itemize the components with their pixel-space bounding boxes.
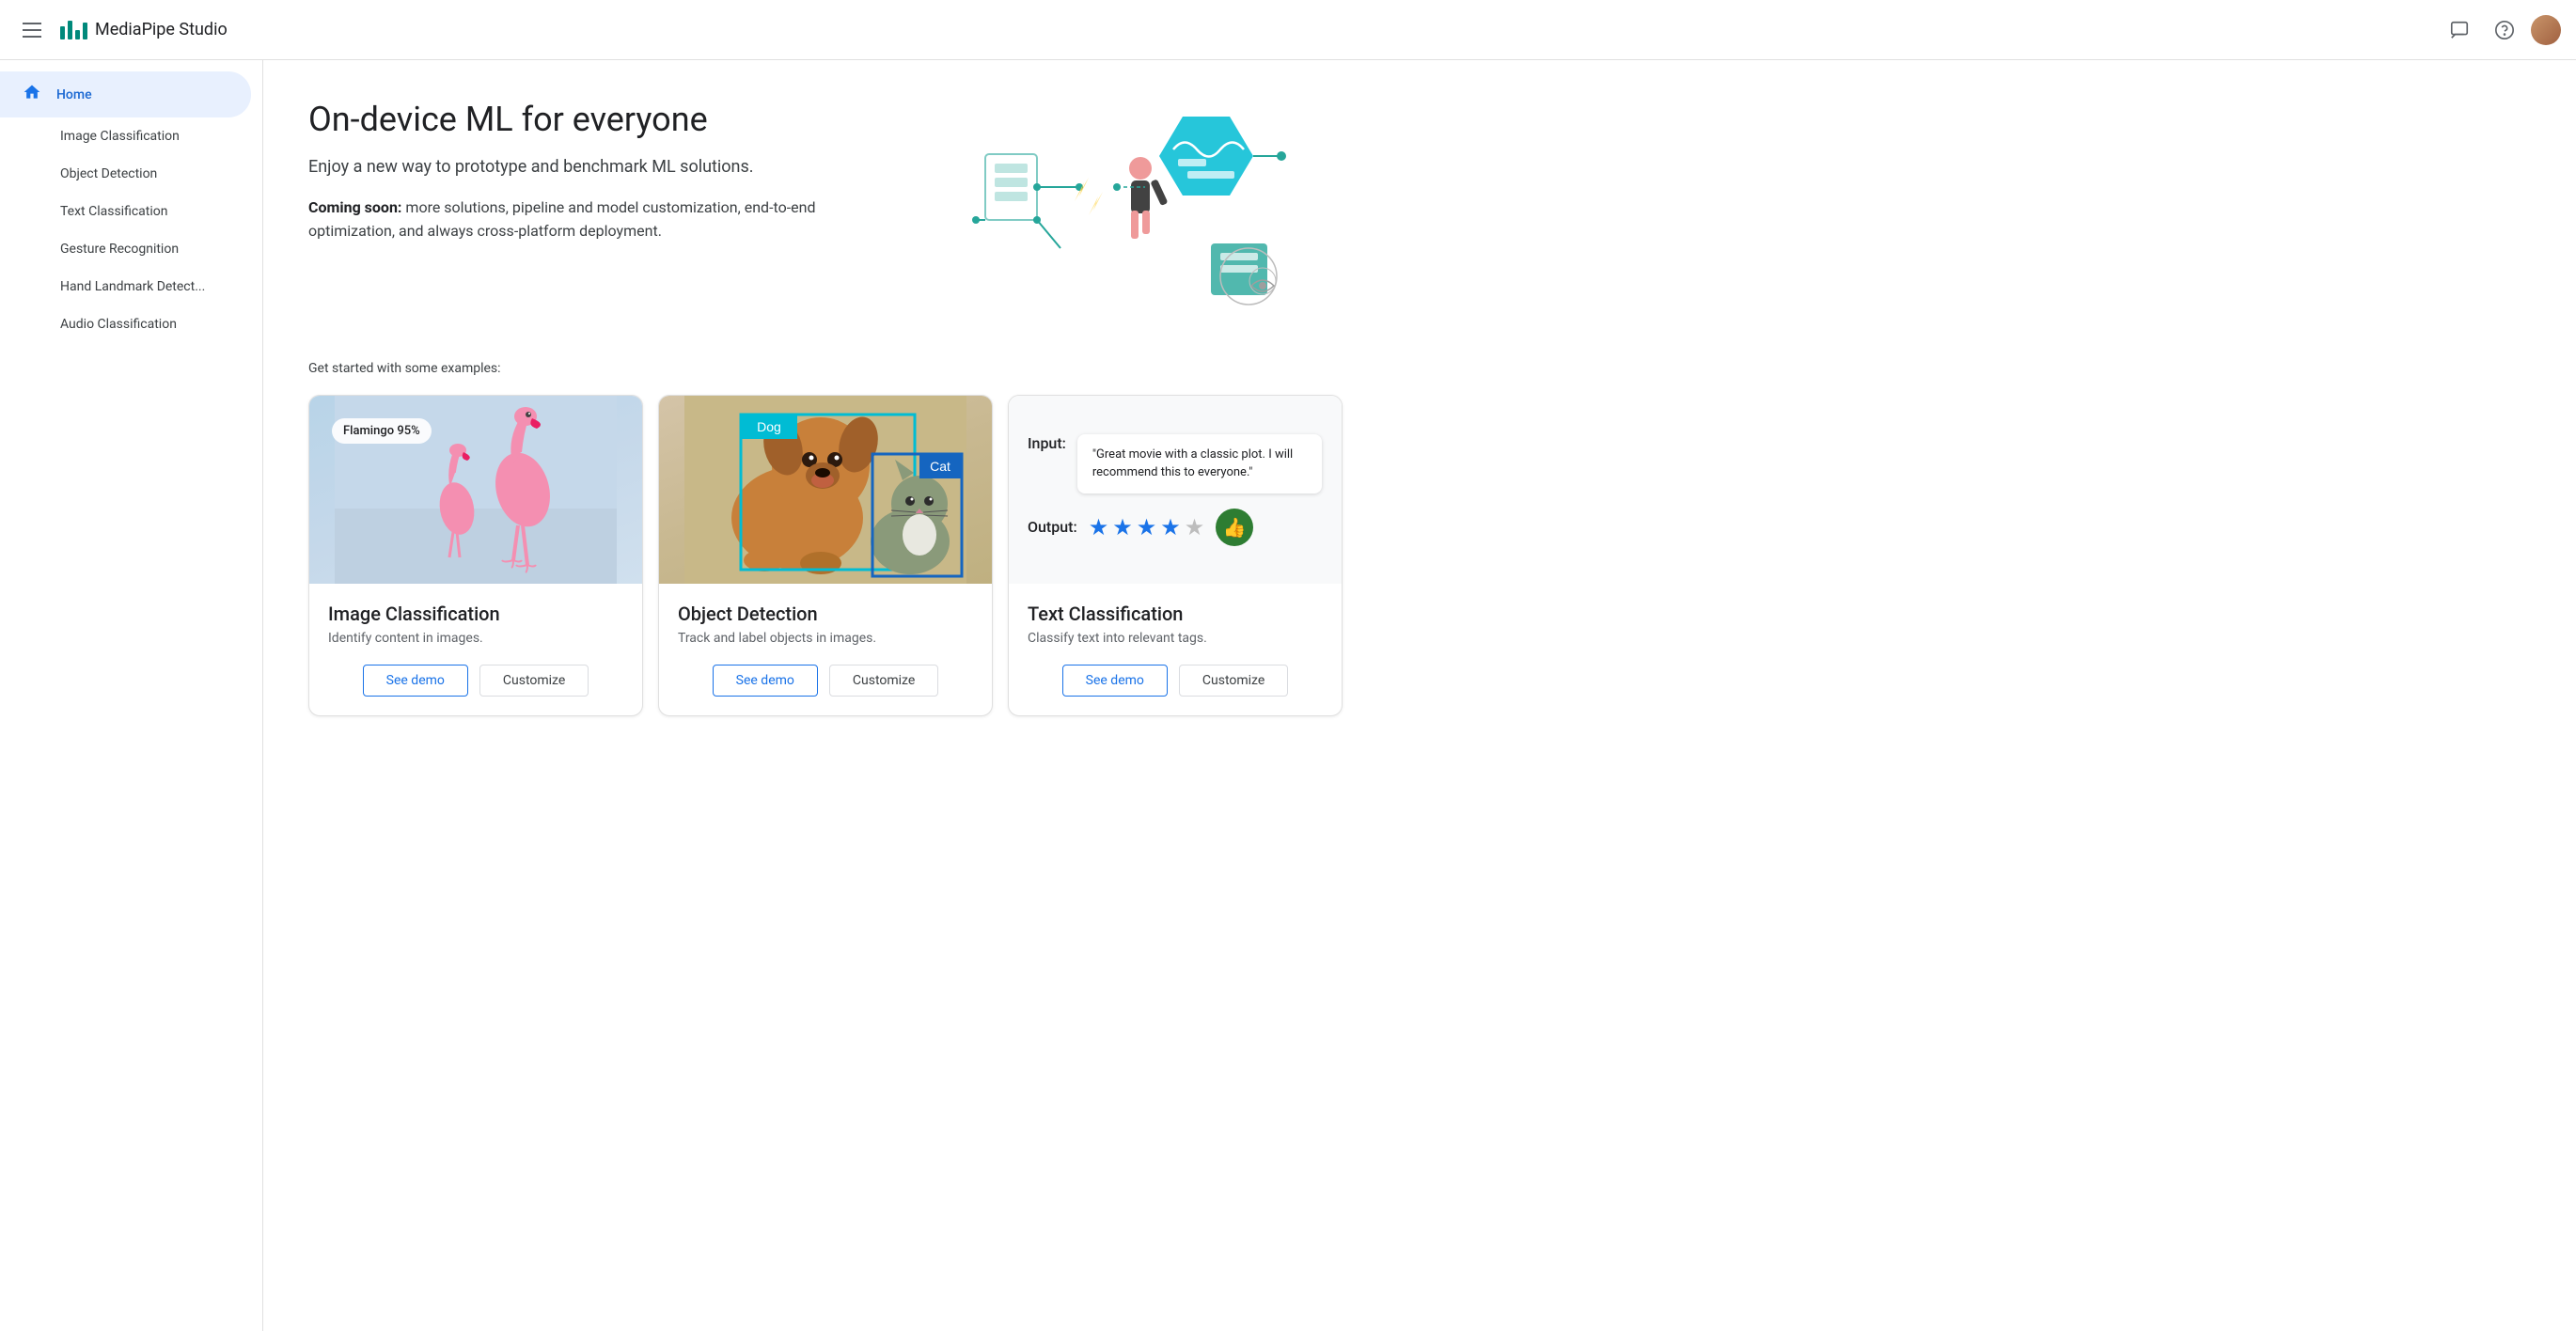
star-1: ★ — [1089, 514, 1109, 540]
hero-subtitle: Enjoy a new way to prototype and benchma… — [308, 157, 891, 177]
card-image-classification: Flamingo 95% — [308, 395, 643, 716]
text-classification-customize-button[interactable]: Customize — [1179, 665, 1288, 697]
sidebar-item-object-detection[interactable]: Object Detection — [0, 155, 262, 193]
object-detection-demo-button[interactable]: See demo — [713, 665, 818, 697]
image-classification-demo-button[interactable]: See demo — [363, 665, 468, 697]
image-classification-customize-button[interactable]: Customize — [479, 665, 589, 697]
sidebar-audio-classification-label: Audio Classification — [60, 317, 177, 332]
logo-bar-2 — [68, 21, 72, 39]
home-icon — [23, 83, 41, 106]
card-object-detection-image: Dog — [659, 396, 992, 584]
output-label: Output: — [1028, 518, 1077, 536]
logo-icon — [60, 21, 87, 39]
sidebar-image-classification-label: Image Classification — [60, 129, 180, 144]
card-text-classification-title: Text Classification — [1028, 603, 1323, 625]
sidebar-gesture-recognition-label: Gesture Recognition — [60, 242, 179, 257]
help-button[interactable] — [2486, 11, 2523, 49]
hero-section: On-device ML for everyone Enjoy a new wa… — [308, 98, 2531, 323]
hamburger-menu-button[interactable] — [15, 15, 49, 45]
thumbs-up-icon: 👍 — [1216, 509, 1253, 546]
card-object-detection-content: Object Detection Track and label objects… — [659, 584, 992, 715]
card-image-classification-image: Flamingo 95% — [309, 396, 642, 584]
star-5: ★ — [1185, 514, 1205, 540]
logo-bar-3 — [75, 30, 80, 39]
card-image-classification-title: Image Classification — [328, 603, 623, 625]
card-text-classification-actions: See demo Customize — [1028, 665, 1323, 697]
card-object-detection: Dog — [658, 395, 993, 716]
card-image-classification-desc: Identify content in images. — [328, 631, 623, 646]
hero-illustration-svg — [929, 98, 1286, 323]
card-object-detection-actions: See demo Customize — [678, 665, 973, 697]
sidebar-home-label: Home — [56, 87, 92, 102]
app-title: MediaPipe Studio — [95, 20, 228, 39]
main-content: On-device ML for everyone Enjoy a new wa… — [263, 60, 2576, 1331]
sidebar-item-image-classification[interactable]: Image Classification — [0, 117, 262, 155]
hero-title: On-device ML for everyone — [308, 98, 891, 142]
sidebar-item-gesture-recognition[interactable]: Gesture Recognition — [0, 230, 262, 268]
card-text-classification-desc: Classify text into relevant tags. — [1028, 631, 1323, 646]
star-4: ★ — [1160, 514, 1181, 540]
card-object-detection-title: Object Detection — [678, 603, 973, 625]
logo-bar-1 — [60, 26, 65, 39]
cards-grid: Flamingo 95% — [308, 395, 1343, 716]
hero-text: On-device ML for everyone Enjoy a new wa… — [308, 98, 891, 243]
sidebar-text-classification-label: Text Classification — [60, 204, 168, 219]
input-label: Input: — [1028, 434, 1066, 452]
card-object-detection-desc: Track and label objects in images. — [678, 631, 973, 646]
sidebar-object-detection-label: Object Detection — [60, 166, 157, 181]
flamingo-badge: Flamingo 95% — [332, 418, 432, 444]
object-detection-customize-button[interactable]: Customize — [829, 665, 938, 697]
text-classification-input-row: Input: "Great movie with a classic plot.… — [1028, 434, 1323, 493]
sidebar-item-audio-classification[interactable]: Audio Classification — [0, 305, 262, 343]
user-avatar[interactable] — [2531, 15, 2561, 45]
header-left: MediaPipe Studio — [15, 15, 2441, 45]
text-classification-demo-button[interactable]: See demo — [1062, 665, 1168, 697]
svg-text:Cat: Cat — [930, 459, 950, 474]
sidebar-item-hand-landmark[interactable]: Hand Landmark Detect... — [0, 268, 262, 305]
card-image-classification-content: Image Classification Identify content in… — [309, 584, 642, 715]
hero-coming-soon: Coming soon: more solutions, pipeline an… — [308, 196, 891, 243]
examples-section: Get started with some examples: Flamingo… — [308, 361, 2531, 716]
input-bubble: "Great movie with a classic plot. I will… — [1077, 434, 1322, 493]
card-text-classification-image: Input: "Great movie with a classic plot.… — [1009, 396, 1342, 584]
svg-text:Dog: Dog — [757, 419, 781, 434]
sidebar: Home Image Classification Object Detecti… — [0, 60, 263, 1331]
examples-title: Get started with some examples: — [308, 361, 2531, 376]
logo-bar-4 — [83, 23, 87, 39]
app-header: MediaPipe Studio — [0, 0, 2576, 60]
sidebar-item-text-classification[interactable]: Text Classification — [0, 193, 262, 230]
star-2: ★ — [1112, 514, 1133, 540]
coming-soon-prefix: Coming soon: — [308, 198, 401, 216]
sidebar-item-home[interactable]: Home — [0, 71, 251, 117]
star-rating: ★ ★ ★ ★ ★ — [1089, 514, 1205, 540]
feedback-button[interactable] — [2441, 11, 2478, 49]
header-right — [2441, 11, 2561, 49]
hero-illustration — [929, 98, 1286, 323]
card-text-classification-content: Text Classification Classify text into r… — [1009, 584, 1342, 715]
app-logo: MediaPipe Studio — [60, 20, 228, 39]
card-text-classification: Input: "Great movie with a classic plot.… — [1008, 395, 1343, 716]
text-classification-output-row: Output: ★ ★ ★ ★ ★ 👍 — [1028, 509, 1323, 546]
star-3: ★ — [1137, 514, 1157, 540]
card-image-classification-actions: See demo Customize — [328, 665, 623, 697]
object-detection-illustration: Dog — [684, 396, 966, 584]
app-layout: Home Image Classification Object Detecti… — [0, 60, 2576, 1331]
sidebar-hand-landmark-label: Hand Landmark Detect... — [60, 279, 205, 294]
